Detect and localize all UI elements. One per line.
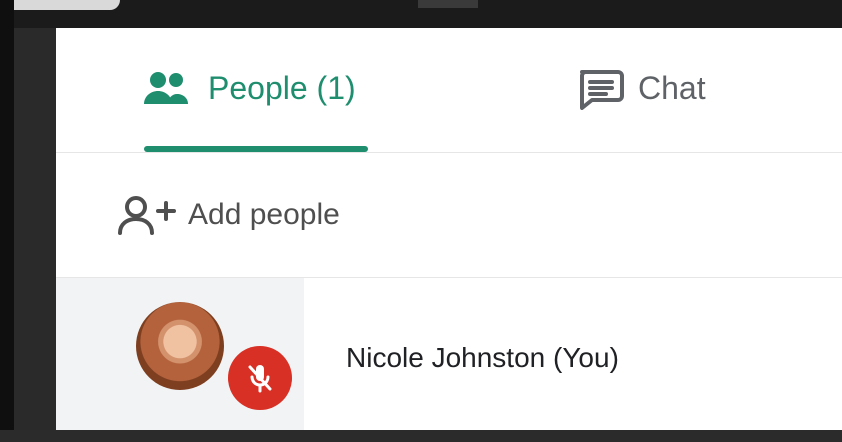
left-gutter bbox=[14, 28, 56, 442]
mute-status-badge bbox=[228, 346, 292, 410]
window-top-bar bbox=[0, 0, 842, 28]
mic-off-icon bbox=[243, 361, 277, 395]
participant-avatar-cell bbox=[56, 278, 304, 430]
tab-chat-label: Chat bbox=[638, 69, 706, 106]
people-panel: People (1) Chat Add people Nicole Johnst… bbox=[56, 28, 842, 430]
active-tab-underline bbox=[144, 146, 368, 152]
add-person-icon bbox=[114, 193, 178, 237]
top-center-strip bbox=[418, 0, 478, 8]
add-people-label: Add people bbox=[188, 198, 340, 231]
left-edge bbox=[0, 0, 14, 442]
chat-icon bbox=[576, 66, 624, 110]
participant-name: Nicole Johnston (You) bbox=[346, 342, 619, 373]
add-people-button[interactable]: Add people bbox=[114, 193, 340, 237]
participant-row[interactable]: Nicole Johnston (You) bbox=[56, 278, 842, 430]
tab-people-label: People (1) bbox=[208, 69, 356, 106]
add-people-row: Add people bbox=[56, 153, 842, 278]
top-left-notch bbox=[0, 0, 120, 10]
tab-chat[interactable]: Chat bbox=[576, 64, 706, 112]
avatar bbox=[136, 302, 224, 390]
tab-people[interactable]: People (1) bbox=[138, 64, 356, 112]
panel-tabs: People (1) Chat bbox=[56, 28, 842, 153]
people-icon bbox=[138, 68, 194, 108]
bottom-band bbox=[0, 430, 842, 442]
